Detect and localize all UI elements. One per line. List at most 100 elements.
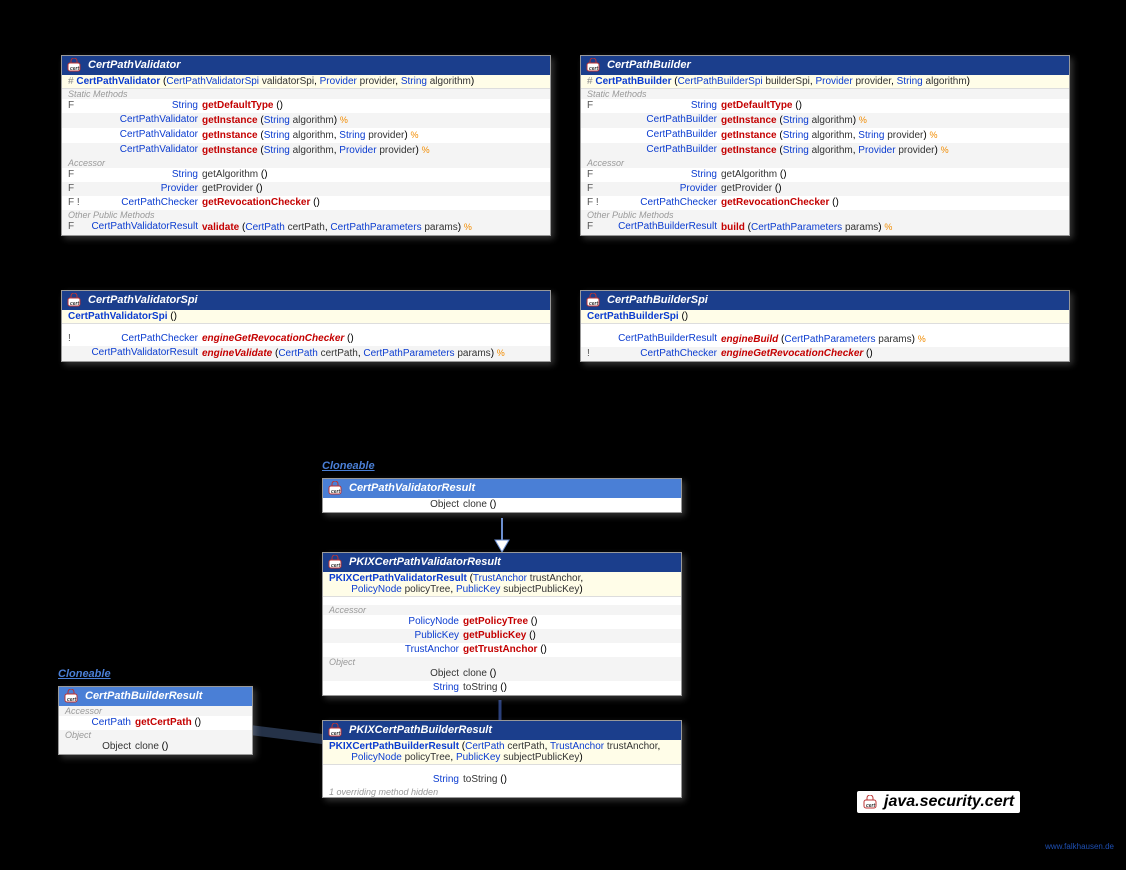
method-row: CertPathBuildergetInstance (String algor… (581, 128, 1069, 143)
class-title: cert CertPathBuilder (581, 56, 1069, 75)
section-label: Accessor (581, 158, 1069, 168)
constructor: CertPathValidatorSpi () (62, 310, 550, 324)
constructor: PKIXCertPathBuilderResult (CertPath cert… (323, 740, 681, 765)
class-pkixcertpathbuilderresult: cert PKIXCertPathBuilderResult PKIXCertP… (322, 720, 682, 798)
class-name: CertPathValidator (88, 59, 181, 71)
constructor: # CertPathBuilder (CertPathBuilderSpi bu… (581, 75, 1069, 89)
cert-icon: cert (67, 293, 83, 307)
hidden-methods-note: 1 overriding method hidden (323, 787, 681, 797)
svg-text:cert: cert (331, 489, 341, 495)
svg-text:cert: cert (331, 731, 341, 737)
method-row: CertPathBuildergetInstance (String algor… (581, 113, 1069, 128)
cert-icon: cert (863, 795, 879, 809)
svg-text:cert: cert (70, 66, 80, 72)
method-row: FCertPathValidatorResultvalidate (CertPa… (62, 220, 550, 235)
method-row: PolicyNodegetPolicyTree () (323, 615, 681, 629)
class-name: CertPathBuilder (607, 59, 691, 71)
package-name: java.security.cert (884, 793, 1014, 811)
cert-icon: cert (328, 555, 344, 569)
class-certpathvalidator: cert CertPathValidator # CertPathValidat… (61, 55, 551, 236)
sections: Static MethodsFStringgetDefaultType ()Ce… (581, 89, 1069, 235)
class-title: cert CertPathValidator (62, 56, 550, 75)
method-row: FStringgetAlgorithm () (62, 168, 550, 182)
method-row: F !CertPathCheckergetRevocationChecker (… (62, 196, 550, 210)
section-label: Other Public Methods (62, 210, 550, 220)
section-label: Object (59, 730, 252, 740)
cert-icon: cert (586, 58, 602, 72)
section-label: Other Public Methods (581, 210, 1069, 220)
method-row: PublicKeygetPublicKey () (323, 629, 681, 643)
ctor-params: CertPathBuilderSpi builderSpi, Provider … (678, 76, 967, 87)
method-row: FStringgetAlgorithm () (581, 168, 1069, 182)
method-row: StringtoString () (323, 681, 681, 695)
method-row: FProvidergetProvider () (62, 182, 550, 196)
interface-cloneable: Cloneable (322, 460, 375, 472)
rows: StringtoString () (323, 773, 681, 787)
method-row: Objectclone () (323, 667, 681, 681)
section-label: Static Methods (581, 89, 1069, 99)
class-title: cert CertPathValidatorResult (323, 479, 681, 498)
credit-link[interactable]: www.falkhausen.de (1045, 842, 1114, 851)
sections: Static MethodsFStringgetDefaultType ()Ce… (62, 89, 550, 235)
constructor: # CertPathValidator (CertPathValidatorSp… (62, 75, 550, 89)
method-row: CertPathValidatorgetInstance (String alg… (62, 128, 550, 143)
method-row: CertPathBuildergetInstance (String algor… (581, 143, 1069, 158)
svg-text:cert: cert (589, 301, 599, 307)
interface-certpathvalidatorresult: cert CertPathValidatorResult Objectclone… (322, 478, 682, 513)
method-row: FProvidergetProvider () (581, 182, 1069, 196)
class-name: CertPathBuilderResult (85, 690, 202, 702)
method-row: CertPathgetCertPath () (59, 716, 252, 730)
interface-certpathbuilderresult: cert CertPathBuilderResult AccessorCertP… (58, 686, 253, 755)
section-label: Accessor (59, 706, 252, 716)
svg-text:cert: cert (67, 697, 77, 703)
class-certpathbuilder: cert CertPathBuilder # CertPathBuilder (… (580, 55, 1070, 236)
method-row: !CertPathCheckerengineGetRevocationCheck… (62, 332, 550, 346)
cert-icon: cert (328, 481, 344, 495)
method-row: CertPathValidatorResultengineValidate (C… (62, 346, 550, 361)
package-label: cert java.security.cert (857, 791, 1020, 813)
class-name: CertPathValidatorSpi (88, 294, 198, 306)
ctor-params: CertPathValidatorSpi validatorSpi, Provi… (166, 76, 470, 87)
section-label: Object (323, 657, 681, 667)
cert-icon: cert (328, 723, 344, 737)
method-row: F !CertPathCheckergetRevocationChecker (… (581, 196, 1069, 210)
section-label: Static Methods (62, 89, 550, 99)
svg-text:cert: cert (70, 301, 80, 307)
rows: CertPathBuilderResultengineBuild (CertPa… (581, 332, 1069, 361)
method-row: !CertPathCheckerengineGetRevocationCheck… (581, 347, 1069, 361)
section-label: Accessor (62, 158, 550, 168)
class-pkixcertpathvalidatorresult: cert PKIXCertPathValidatorResult PKIXCer… (322, 552, 682, 696)
sections: AccessorPolicyNodegetPolicyTree ()Public… (323, 605, 681, 695)
interface-cloneable: Cloneable (58, 668, 111, 680)
method-row: Objectclone () (59, 740, 252, 754)
method-row: StringtoString () (323, 773, 681, 787)
class-name: CertPathValidatorResult (349, 482, 475, 494)
class-name: CertPathBuilderSpi (607, 294, 708, 306)
class-title: cert CertPathBuilderSpi (581, 291, 1069, 310)
constructor: PKIXCertPathValidatorResult (TrustAnchor… (323, 572, 681, 597)
cert-icon: cert (586, 293, 602, 307)
class-title: cert PKIXCertPathBuilderResult (323, 721, 681, 740)
class-title: cert CertPathValidatorSpi (62, 291, 550, 310)
method-row: CertPathValidatorgetInstance (String alg… (62, 143, 550, 158)
constructor: CertPathBuilderSpi () (581, 310, 1069, 324)
diagram-canvas: cert CertPathValidator # CertPathValidat… (0, 0, 1126, 870)
class-certpathbuilderspi: cert CertPathBuilderSpi CertPathBuilderS… (580, 290, 1070, 362)
svg-text:cert: cert (589, 66, 599, 72)
class-title: cert PKIXCertPathValidatorResult (323, 553, 681, 572)
section-label: Accessor (323, 605, 681, 615)
svg-text:cert: cert (331, 563, 341, 569)
class-name: PKIXCertPathValidatorResult (349, 556, 501, 568)
class-title: cert CertPathBuilderResult (59, 687, 252, 706)
method-row: FStringgetDefaultType () (581, 99, 1069, 113)
class-name: PKIXCertPathBuilderResult (349, 724, 492, 736)
svg-text:cert: cert (866, 803, 876, 809)
rows: !CertPathCheckerengineGetRevocationCheck… (62, 332, 550, 361)
method-row: FCertPathBuilderResultbuild (CertPathPar… (581, 220, 1069, 235)
rows: Objectclone () (323, 498, 681, 512)
method-row: Objectclone () (323, 498, 681, 512)
method-row: TrustAnchorgetTrustAnchor () (323, 643, 681, 657)
cert-icon: cert (64, 689, 80, 703)
sections: AccessorCertPathgetCertPath ()ObjectObje… (59, 706, 252, 754)
method-row: CertPathBuilderResultengineBuild (CertPa… (581, 332, 1069, 347)
